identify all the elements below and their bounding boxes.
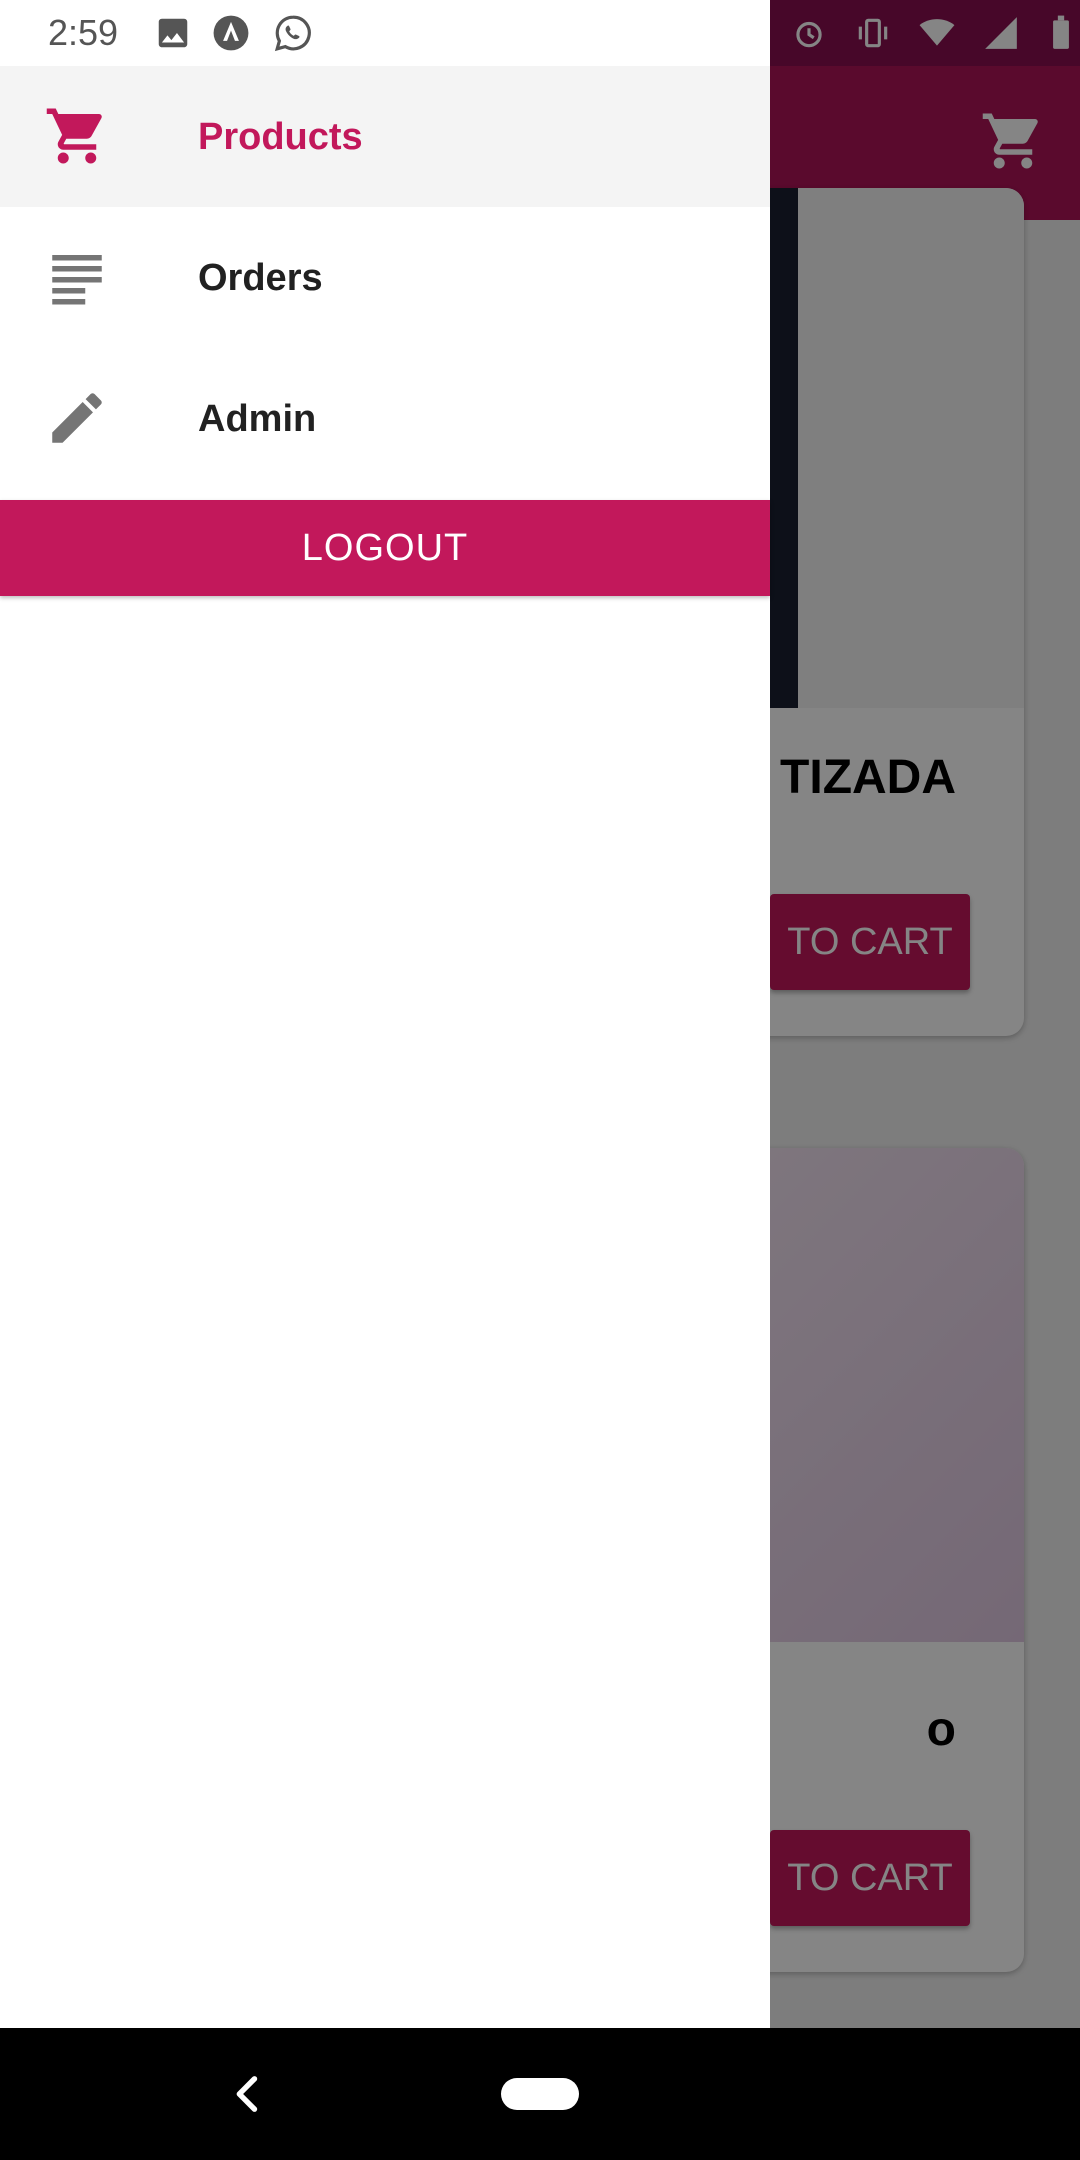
pencil-icon <box>52 393 102 443</box>
image-icon <box>158 18 188 48</box>
drawer-item-products[interactable]: Products <box>0 66 770 207</box>
drawer-item-admin[interactable]: Admin <box>0 348 770 489</box>
app-icon <box>213 15 249 51</box>
whatsapp-icon <box>274 15 311 52</box>
drawer-item-label: Products <box>198 116 363 158</box>
drawer-item-label: Admin <box>198 398 317 440</box>
drawer-item-orders[interactable]: Orders <box>0 207 770 348</box>
logout-button[interactable]: LOGOUT <box>0 500 770 596</box>
list-icon <box>52 255 102 305</box>
home-pill-icon[interactable] <box>501 2078 579 2110</box>
system-nav-bar <box>0 2028 1080 2160</box>
cart-icon <box>46 108 102 164</box>
status-time: 2:59 <box>48 12 119 53</box>
status-bar: 2:59 <box>0 0 770 66</box>
navigation-drawer: 2:59 Products Orders Admin LOGOUT <box>0 0 770 2028</box>
back-chevron-icon[interactable] <box>222 2068 274 2120</box>
drawer-item-label: Orders <box>198 257 323 299</box>
